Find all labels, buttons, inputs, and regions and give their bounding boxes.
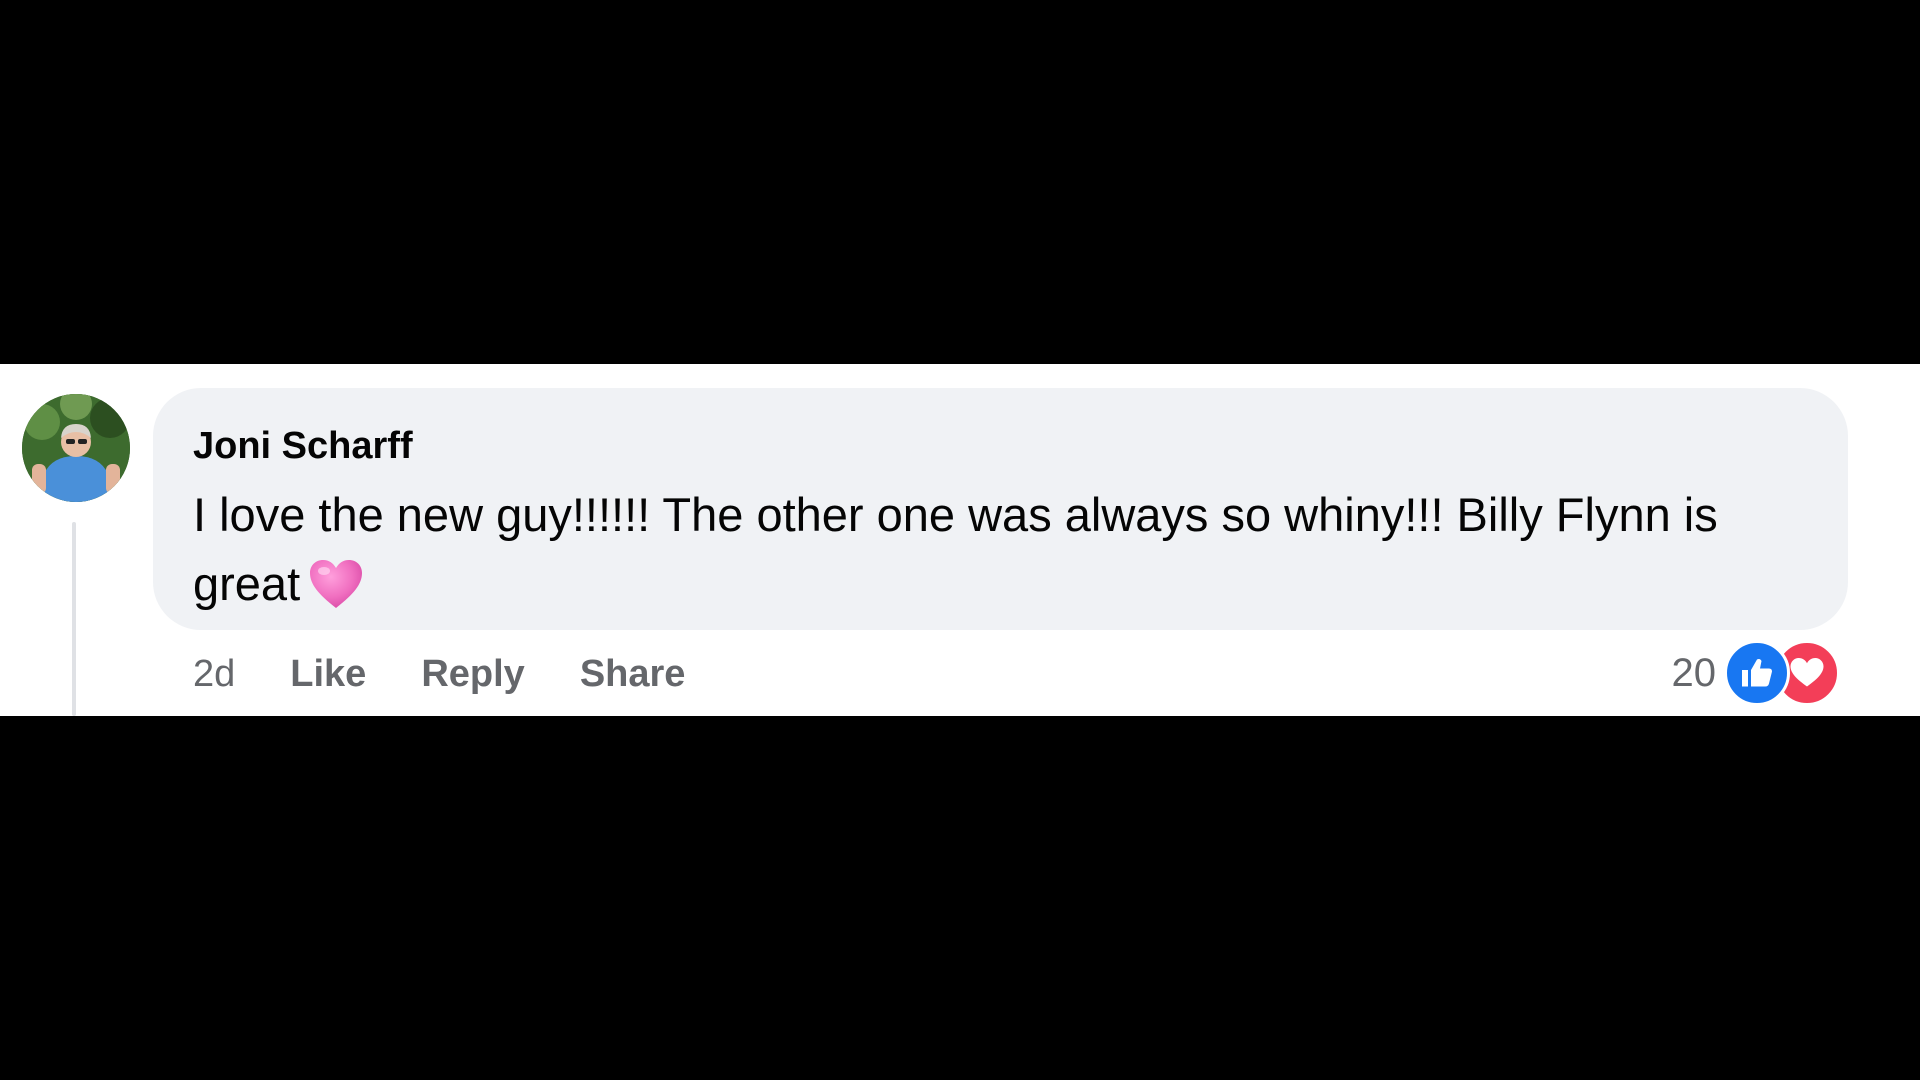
reaction-count: 20 (1671, 650, 1717, 695)
comment-timestamp[interactable]: 2d (193, 653, 235, 696)
letterbox-top (0, 0, 1920, 364)
avatar[interactable] (22, 394, 130, 502)
comment-bubble: Joni Scharff I love the new guy!!!!!! Th… (153, 388, 1848, 630)
pink-heart-emoji-icon (308, 558, 364, 628)
like-button[interactable]: Like (290, 653, 366, 696)
screenshot-canvas: Joni Scharff I love the new guy!!!!!! Th… (0, 0, 1920, 1080)
letterbox-bottom (0, 716, 1920, 1080)
heart-icon (1790, 658, 1824, 687)
reactions-summary[interactable]: 20 (1671, 640, 1840, 706)
reply-thread-line (72, 522, 76, 716)
avatar-photo-icon (22, 394, 130, 502)
reply-button[interactable]: Reply (421, 653, 524, 696)
thumbs-up-icon (1742, 659, 1772, 687)
comment-actions-bar: 2d Like Reply Share (193, 648, 740, 700)
like-reaction-icon (1724, 640, 1790, 706)
comment-text-block: I love the new guy!!!!!! The other one w… (193, 480, 1793, 628)
comment-text: I love the new guy!!!!!! The other one w… (193, 487, 1718, 610)
comment-author-name[interactable]: Joni Scharff (193, 424, 1808, 470)
share-button[interactable]: Share (580, 653, 686, 696)
